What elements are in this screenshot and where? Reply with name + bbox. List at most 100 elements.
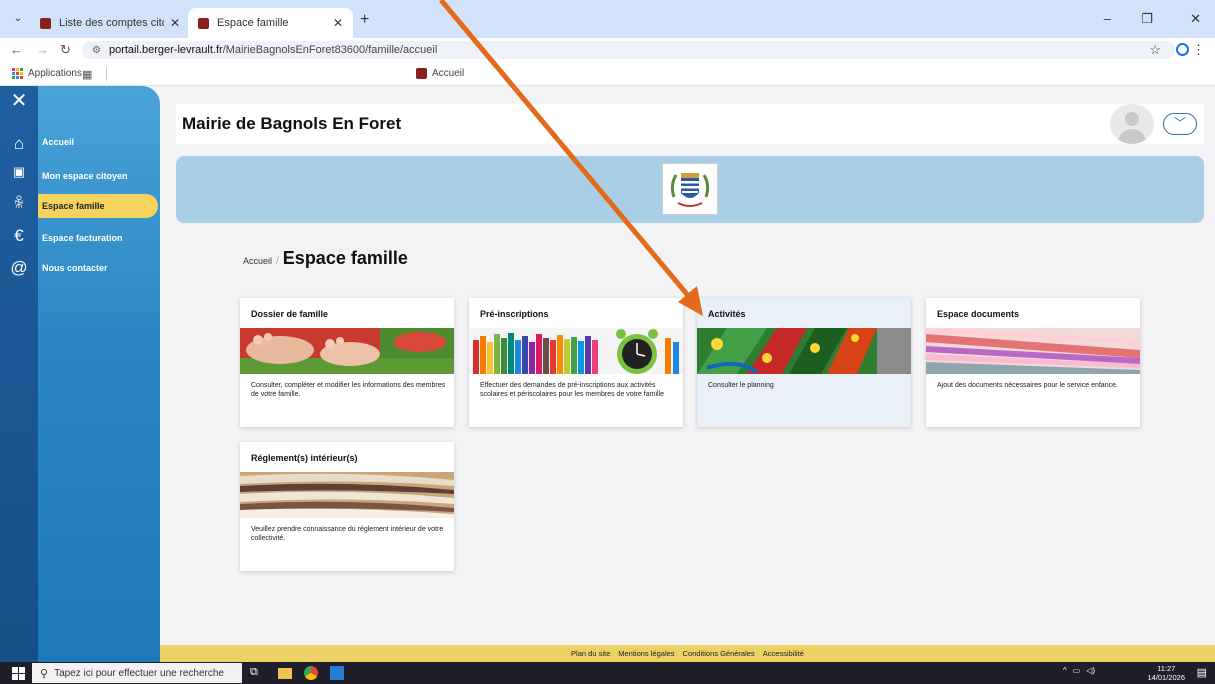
bookmark-star-icon[interactable]: ☆ xyxy=(1149,42,1161,58)
breadcrumb-separator: / xyxy=(276,256,279,267)
restore-window-icon[interactable]: ❐ xyxy=(1141,11,1153,27)
browser-tab-bar: ⌄ Liste des comptes citoyens ✕ Espace fa… xyxy=(0,0,1215,38)
close-tab-icon[interactable]: ✕ xyxy=(333,16,343,30)
windows-start-icon[interactable] xyxy=(12,667,25,680)
card-description: Ajout des documents nécessaires pour le … xyxy=(937,382,1118,389)
windows-taskbar: ⚲ Tapez ici pour effectuer une recherche… xyxy=(0,662,1215,684)
at-icon[interactable]: @ xyxy=(0,258,38,278)
card-image-pencils-clock xyxy=(469,328,683,374)
account-menu-chevron-icon[interactable]: ﹀ xyxy=(1163,113,1197,135)
sidebar: Accueil Mon espace citoyen Espace famill… xyxy=(38,86,160,662)
clock-time: 11:27 xyxy=(1157,664,1176,673)
page-title: Espace famille xyxy=(282,248,408,268)
footer-link-conditions-generales[interactable]: Conditions Générales xyxy=(683,649,755,658)
notifications-icon[interactable]: ▤ xyxy=(1197,666,1207,679)
minimize-icon[interactable]: – xyxy=(1104,11,1111,26)
taskbar-search-input[interactable]: ⚲ Tapez ici pour effectuer une recherche xyxy=(32,663,242,683)
site-favicon-icon xyxy=(416,68,427,79)
tab-label: Liste des comptes citoyens xyxy=(59,17,164,29)
system-tray: ^ ▭ ◁) xyxy=(1063,666,1095,675)
tray-chevron-icon[interactable]: ^ xyxy=(1063,666,1067,675)
bookmark-label: Applications xyxy=(28,68,82,79)
breadcrumb-home-link[interactable]: Accueil xyxy=(243,256,272,266)
site-header: Mairie de Bagnols En Foret ﹀ xyxy=(176,104,1204,144)
family-icon[interactable]: ꆜ xyxy=(0,194,38,212)
card-description: Veuillez prendre connaissance du régleme… xyxy=(251,526,444,542)
sidebar-icon-rail: ✕ ⌂ ▣ ꆜ € @ xyxy=(0,86,38,662)
bookmarks-bar: Applications ▦ Accueil xyxy=(0,62,1215,86)
footer-link-mentions-legales[interactable]: Mentions légales xyxy=(618,649,674,658)
browser-tab-espace-famille[interactable]: Espace famille ✕ xyxy=(188,8,353,38)
id-card-icon[interactable]: ▣ xyxy=(0,164,38,180)
sidebar-item-espace-famille[interactable]: Espace famille xyxy=(38,194,158,218)
network-icon[interactable]: ▭ xyxy=(1073,666,1081,675)
site-settings-icon[interactable]: ⚙ xyxy=(92,45,101,56)
apps-grid-icon xyxy=(12,68,23,79)
app-icon[interactable] xyxy=(330,666,344,680)
clock-date: 14/01/2026 xyxy=(1147,673,1185,682)
close-window-icon[interactable]: ✕ xyxy=(1190,11,1201,27)
card-title: Activités xyxy=(708,309,746,319)
sidebar-item-mon-espace-citoyen[interactable]: Mon espace citoyen xyxy=(38,164,160,188)
back-arrow-icon[interactable]: ← xyxy=(10,43,23,57)
card-description: Consulter, compléter et modifier les inf… xyxy=(251,382,446,398)
taskbar-clock[interactable]: 11:27 14/01/2026 xyxy=(1147,664,1185,682)
breadcrumb: Accueil / Espace famille xyxy=(243,248,408,269)
sidebar-item-label: Accueil xyxy=(42,137,75,147)
sidebar-item-accueil[interactable]: Accueil xyxy=(38,130,160,154)
card-image-feet xyxy=(240,328,454,374)
tab-groups-icon[interactable]: ▦ xyxy=(82,68,92,81)
card-pre-inscriptions[interactable]: Pré-inscriptions Effectuer des demandes … xyxy=(469,298,683,427)
site-title: Mairie de Bagnols En Foret xyxy=(182,114,402,133)
bookmark-divider xyxy=(106,67,107,81)
user-avatar-icon[interactable] xyxy=(1110,104,1154,144)
card-title: Dossier de famille xyxy=(251,309,329,319)
card-description: Effectuer des demandes de pré-inscriptio… xyxy=(480,382,665,398)
site-favicon-icon xyxy=(198,17,209,29)
card-description: Consulter le planning xyxy=(708,382,774,389)
close-tab-icon[interactable]: ✕ xyxy=(170,16,180,30)
task-view-icon[interactable]: ⧉ xyxy=(250,666,264,680)
footer-link-plan-du-site[interactable]: Plan du site xyxy=(571,649,610,658)
browser-tab-comptes[interactable]: Liste des comptes citoyens ✕ xyxy=(30,8,190,38)
sidebar-item-label: Mon espace citoyen xyxy=(42,171,128,181)
chrome-icon[interactable] xyxy=(304,666,318,680)
card-reglements-interieurs[interactable]: Réglement(s) intérieur(s) Veuillez prend… xyxy=(240,442,454,571)
close-menu-icon[interactable]: ✕ xyxy=(0,88,38,113)
sidebar-item-label: Espace facturation xyxy=(42,233,123,243)
file-explorer-icon[interactable] xyxy=(278,668,292,679)
home-icon[interactable]: ⌂ xyxy=(0,134,38,154)
new-tab-plus-icon[interactable]: + xyxy=(360,12,369,28)
profile-icon[interactable] xyxy=(1176,43,1189,56)
sidebar-item-label: Nous contacter xyxy=(42,263,108,273)
sidebar-item-nous-contacter[interactable]: Nous contacter xyxy=(38,256,160,280)
card-title: Pré-inscriptions xyxy=(480,309,549,319)
url-path: /MairieBagnolsEnForet83600/famille/accue… xyxy=(222,44,438,56)
more-menu-icon[interactable]: ⋮ xyxy=(1192,42,1205,58)
tab-search-chevron-icon[interactable]: ⌄ xyxy=(10,12,26,26)
municipality-crest-logo xyxy=(662,163,718,215)
volume-icon[interactable]: ◁) xyxy=(1086,666,1095,675)
card-espace-documents[interactable]: Espace documents Ajout des documents néc… xyxy=(926,298,1140,427)
euro-icon[interactable]: € xyxy=(0,226,38,246)
address-toolbar: ← → ↻ ⚙ portail.berger-levrault.fr/Mairi… xyxy=(0,38,1215,62)
site-footer: Plan du site Mentions légales Conditions… xyxy=(160,645,1215,662)
card-title: Réglement(s) intérieur(s) xyxy=(251,453,358,463)
url-host: portail.berger-levrault.fr xyxy=(108,44,223,56)
card-activites[interactable]: Activités Consulter le planning xyxy=(697,298,911,427)
forward-arrow-icon[interactable]: → xyxy=(36,43,49,57)
url-field[interactable]: ⚙ portail.berger-levrault.fr/MairieBagno… xyxy=(82,41,1175,59)
municipality-banner xyxy=(176,156,1204,223)
bookmark-accueil[interactable]: Accueil xyxy=(416,68,464,79)
reload-icon[interactable]: ↻ xyxy=(60,43,71,57)
footer-link-accessibilite[interactable]: Accessibilité xyxy=(763,649,804,658)
card-title: Espace documents xyxy=(937,309,1020,319)
sidebar-item-label: Espace famille xyxy=(42,201,105,211)
card-dossier-de-famille[interactable]: Dossier de famille Consulter, compléter … xyxy=(240,298,454,427)
bookmark-applications[interactable]: Applications xyxy=(12,68,82,79)
sidebar-item-espace-facturation[interactable]: Espace facturation xyxy=(38,226,160,250)
card-image-paint xyxy=(697,328,911,374)
card-image-papers xyxy=(240,472,454,518)
search-placeholder: Tapez ici pour effectuer une recherche xyxy=(54,667,224,679)
site-favicon-icon xyxy=(40,17,51,29)
